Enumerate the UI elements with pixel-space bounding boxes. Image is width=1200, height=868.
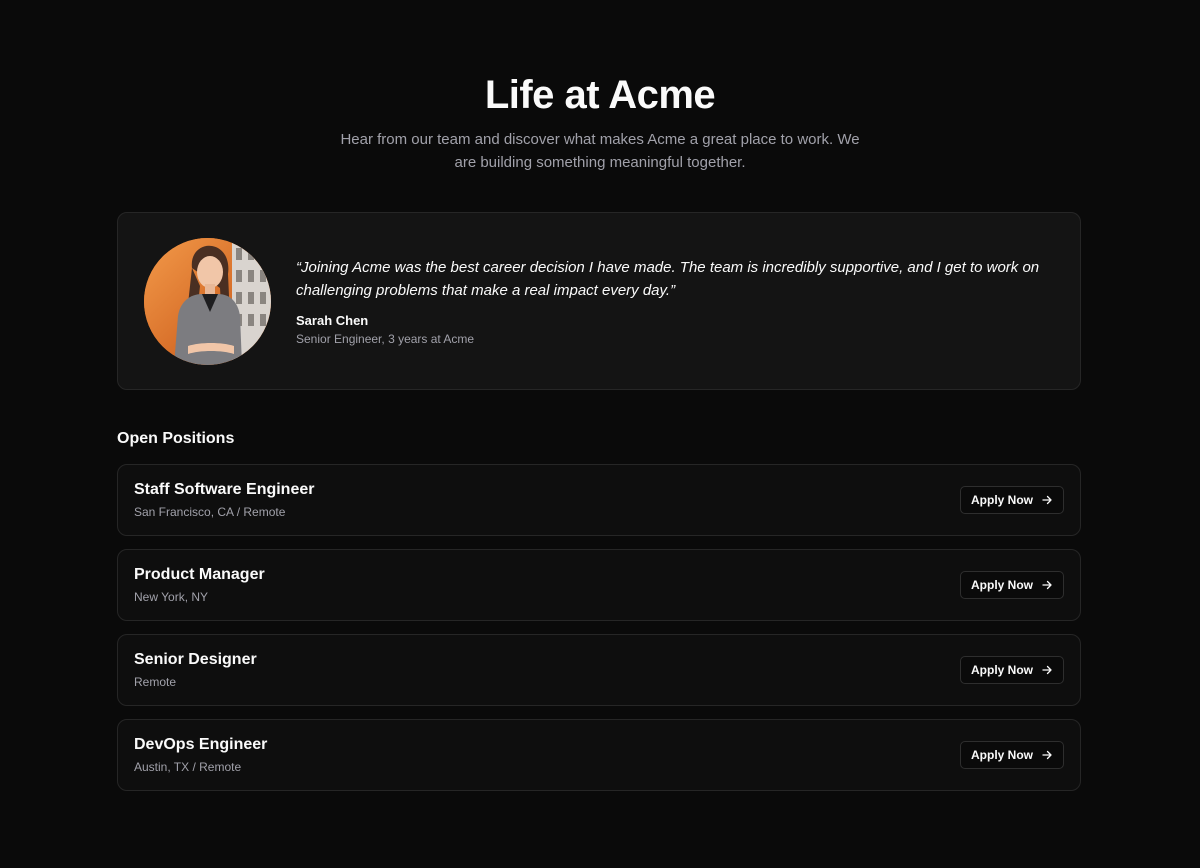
page-title: Life at Acme <box>484 73 716 117</box>
job-card-devops-engineer: DevOps Engineer Austin, TX / Remote Appl… <box>117 719 1081 791</box>
arrow-right-icon <box>1042 580 1052 590</box>
person-photo-icon <box>144 238 271 365</box>
testimonial-author-name: Sarah Chen <box>296 313 369 328</box>
apply-now-button[interactable]: Apply Now <box>960 656 1064 684</box>
job-card-staff-software-engineer: Staff Software Engineer San Francisco, C… <box>117 464 1081 536</box>
testimonial-author-role: Senior Engineer, 3 years at Acme <box>296 332 475 346</box>
arrow-right-icon <box>1042 495 1052 505</box>
open-positions-heading: Open Positions <box>117 430 235 447</box>
testimonial-card: “Joining Acme was the best career decisi… <box>117 212 1081 390</box>
job-list: Staff Software Engineer San Francisco, C… <box>117 464 1081 804</box>
job-title: Staff Software Engineer <box>134 481 315 498</box>
apply-now-label: Apply Now <box>971 578 1033 592</box>
apply-now-label: Apply Now <box>971 493 1033 507</box>
avatar <box>144 238 271 365</box>
job-card-product-manager: Product Manager New York, NY Apply Now <box>117 549 1081 621</box>
apply-now-button[interactable]: Apply Now <box>960 741 1064 769</box>
apply-now-label: Apply Now <box>971 748 1033 762</box>
job-title: DevOps Engineer <box>134 736 268 753</box>
apply-now-label: Apply Now <box>971 663 1033 677</box>
job-title: Senior Designer <box>134 651 257 668</box>
job-location: New York, NY <box>134 590 209 604</box>
job-card-senior-designer: Senior Designer Remote Apply Now <box>117 634 1081 706</box>
page-subtitle: Hear from our team and discover what mak… <box>340 131 860 171</box>
apply-now-button[interactable]: Apply Now <box>960 486 1064 514</box>
hero-section: Life at Acme Hear from our team and disc… <box>0 70 1200 174</box>
job-location: Austin, TX / Remote <box>134 760 242 774</box>
apply-now-button[interactable]: Apply Now <box>960 571 1064 599</box>
job-location: Remote <box>134 675 177 689</box>
arrow-right-icon <box>1042 665 1052 675</box>
careers-page: Life at Acme Hear from our team and disc… <box>0 0 1200 868</box>
testimonial-quote: “Joining Acme was the best career decisi… <box>296 259 1040 299</box>
arrow-right-icon <box>1042 750 1052 760</box>
job-title: Product Manager <box>134 566 265 583</box>
job-location: San Francisco, CA / Remote <box>134 505 286 519</box>
